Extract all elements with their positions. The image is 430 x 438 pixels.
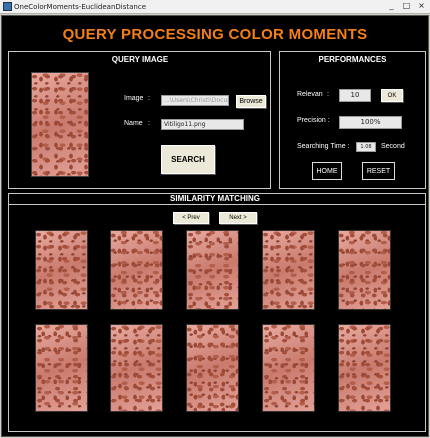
result-thumbnail-9	[262, 324, 315, 412]
name-colon: :	[148, 120, 150, 127]
maximize-button[interactable]: □	[400, 1, 413, 12]
ok-button[interactable]: OK	[381, 89, 403, 102]
performances-title: PERFORMANCES	[318, 55, 387, 64]
query-image-preview	[31, 72, 89, 177]
next-button[interactable]: Next >	[219, 212, 257, 224]
relevan-label: Relevan	[297, 91, 323, 98]
relevan-colon: :	[327, 91, 329, 98]
home-button[interactable]: HOME	[312, 162, 342, 180]
minimize-button[interactable]: _	[385, 1, 398, 12]
window-title: OneColorMoments-EuclideanDistance	[14, 3, 147, 11]
result-thumbnail-6	[35, 324, 88, 412]
image-colon: :	[148, 95, 150, 102]
page-title: QUERY PROCESSING COLOR MOMENTS	[62, 26, 368, 43]
result-thumbnail-5	[338, 230, 391, 310]
relevan-input[interactable]: 10	[339, 89, 371, 102]
name-field[interactable]: Vitiligo11.png	[161, 119, 244, 130]
result-thumbnail-1	[35, 230, 88, 310]
matlab-figure-icon	[3, 2, 12, 11]
result-thumbnail-7	[110, 324, 163, 412]
prev-button[interactable]: < Prev	[173, 212, 209, 224]
result-thumbnail-8	[186, 324, 239, 412]
precision-value: 100%	[339, 116, 402, 129]
image-label: Image	[124, 95, 144, 102]
searching-time-unit: Second	[381, 143, 405, 150]
search-button[interactable]: SEARCH	[161, 145, 215, 174]
result-thumbnail-3	[186, 230, 239, 310]
name-label: Name	[124, 120, 143, 127]
image-path-field[interactable]: ...\Users\Christi\Documents\	[161, 95, 229, 106]
searching-time-label: Searching Time :	[297, 143, 350, 150]
result-thumbnail-10	[338, 324, 391, 412]
similarity-matching-title: SIMILARITY MATCHING	[170, 194, 260, 203]
reset-button[interactable]: RESET	[362, 162, 395, 180]
precision-label: Precision :	[297, 117, 330, 124]
result-thumbnail-4	[262, 230, 315, 310]
result-thumbnail-2	[110, 230, 163, 310]
close-button[interactable]: ×	[415, 1, 428, 12]
query-image-title: QUERY IMAGE	[111, 55, 169, 64]
searching-time-value: 1.08	[356, 142, 376, 152]
browse-button[interactable]: Browse	[236, 95, 266, 108]
